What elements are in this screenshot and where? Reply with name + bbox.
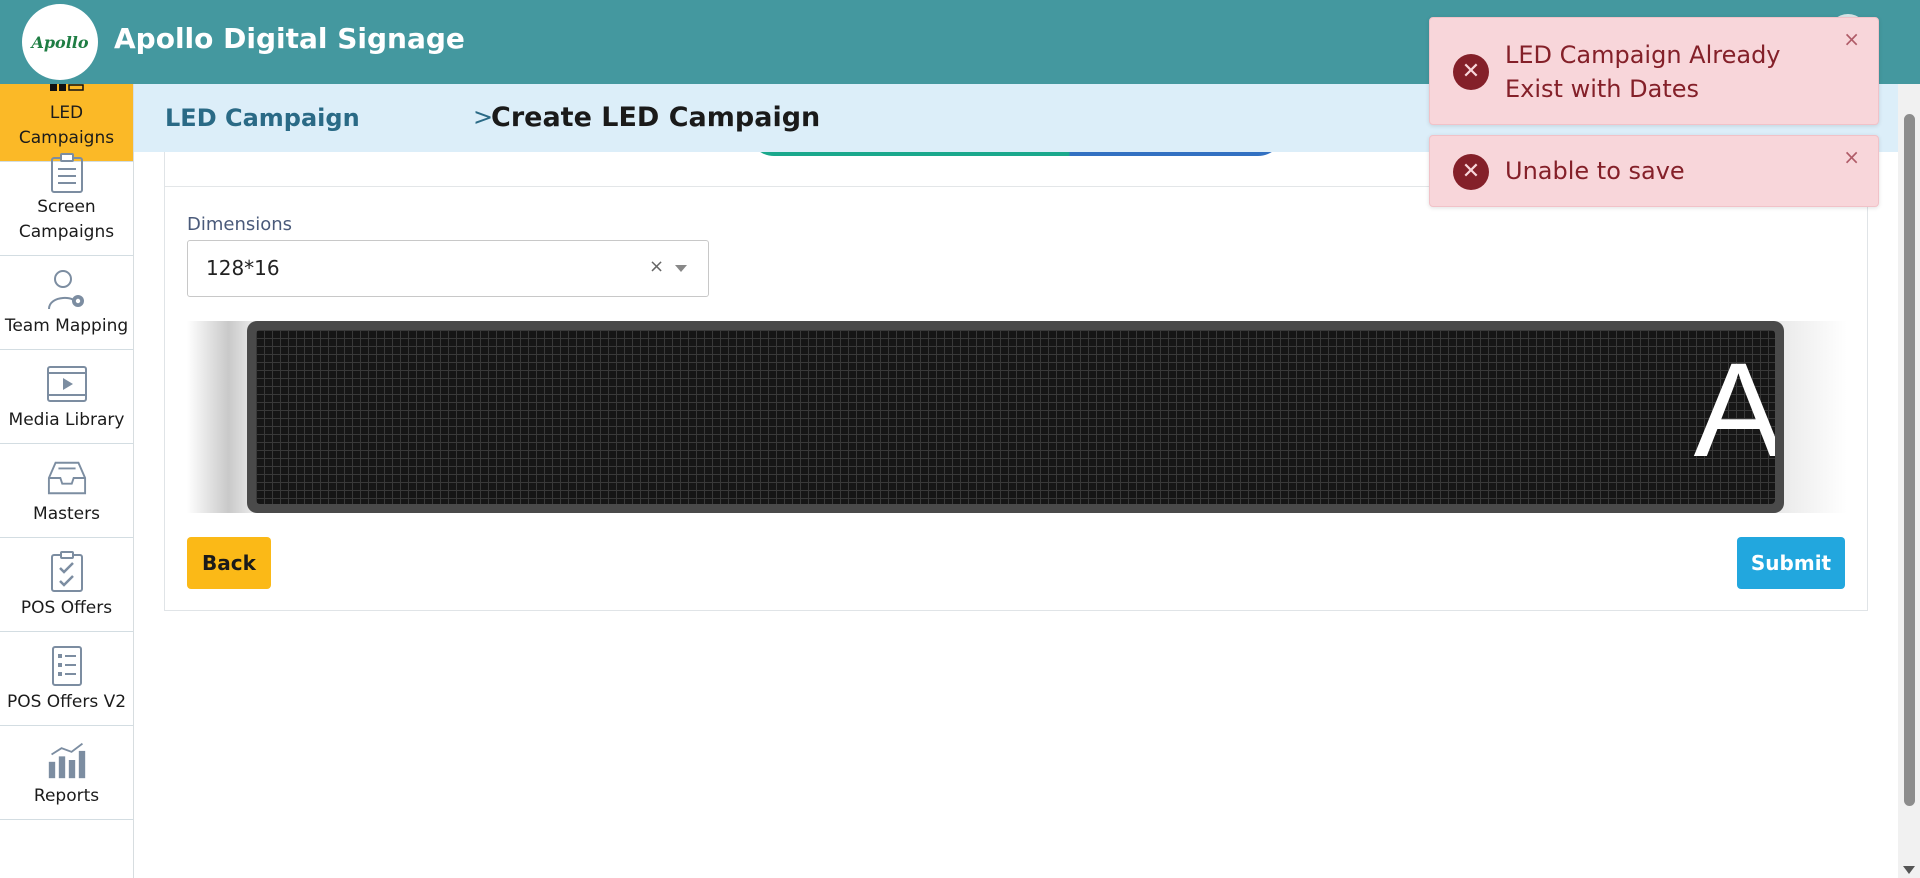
sidebar: LED Campaigns Screen Campaigns Team Mapp… bbox=[0, 84, 134, 878]
led-dot-matrix: A bbox=[256, 330, 1775, 504]
sidebar-item-led-campaigns[interactable]: LED Campaigns bbox=[0, 84, 133, 162]
led-panel: A bbox=[247, 321, 1784, 513]
sidebar-item-reports[interactable]: Reports bbox=[0, 726, 133, 820]
sidebar-item-label: Media Library bbox=[8, 410, 125, 430]
sidebar-item-label: Screen Campaigns bbox=[18, 197, 115, 242]
led-scroll-text: A bbox=[1693, 336, 1775, 485]
dimensions-select[interactable]: 128*16 × bbox=[187, 240, 709, 297]
error-x-icon: ✕ bbox=[1453, 154, 1489, 190]
sidebar-item-pos-offers-v2[interactable]: POS Offers V2 bbox=[0, 632, 133, 726]
back-button[interactable]: Back bbox=[187, 537, 271, 589]
video-icon bbox=[46, 362, 87, 406]
clipboard-list-icon bbox=[47, 153, 87, 193]
sidebar-item-label: Masters bbox=[33, 504, 100, 524]
sidebar-item-label: Team Mapping bbox=[4, 316, 129, 336]
toast-message: LED Campaign Already Exist with Dates bbox=[1505, 41, 1781, 103]
sidebar-item-screen-campaigns[interactable]: Screen Campaigns bbox=[0, 153, 133, 256]
logo-text: Apollo bbox=[31, 32, 89, 52]
sidebar-item-label: LED Campaigns bbox=[18, 103, 115, 148]
sidebar-item-label: POS Offers V2 bbox=[6, 692, 127, 712]
bar-chart-icon bbox=[47, 738, 87, 782]
dimensions-label: Dimensions bbox=[187, 214, 293, 235]
sidebar-item-label: POS Offers bbox=[20, 598, 113, 618]
error-toast: ✕ LED Campaign Already Exist with Dates … bbox=[1429, 17, 1879, 125]
error-x-icon: ✕ bbox=[1453, 54, 1489, 90]
breadcrumb-led-campaign[interactable]: LED Campaign bbox=[165, 104, 360, 132]
user-gear-icon bbox=[47, 268, 87, 312]
chevron-down-icon[interactable] bbox=[675, 265, 687, 272]
clear-icon[interactable]: × bbox=[649, 257, 664, 277]
error-toast: ✕ Unable to save × bbox=[1429, 135, 1879, 207]
app-title: Apollo Digital Signage bbox=[114, 22, 465, 55]
sidebar-item-media-library[interactable]: Media Library bbox=[0, 350, 133, 444]
sidebar-item-label: Reports bbox=[33, 786, 100, 806]
toast-message: Unable to save bbox=[1505, 157, 1685, 185]
apollo-logo[interactable]: Apollo bbox=[22, 4, 98, 80]
scrollbar-thumb[interactable] bbox=[1904, 114, 1915, 806]
scroll-down-icon[interactable] bbox=[1903, 866, 1915, 874]
sidebar-item-team-mapping[interactable]: Team Mapping bbox=[0, 256, 133, 350]
sidebar-item-pos-offers[interactable]: POS Offers bbox=[0, 538, 133, 632]
close-icon[interactable]: × bbox=[1843, 146, 1860, 168]
submit-button[interactable]: Submit bbox=[1737, 537, 1845, 589]
list-doc-icon bbox=[47, 644, 87, 688]
sidebar-item-masters[interactable]: Masters bbox=[0, 444, 133, 538]
checklist-icon bbox=[47, 550, 87, 594]
inbox-icon bbox=[47, 456, 87, 500]
dimensions-value: 128*16 bbox=[206, 256, 280, 280]
page-title: Create LED Campaign bbox=[491, 102, 821, 133]
close-icon[interactable]: × bbox=[1843, 28, 1860, 50]
led-grid-icon bbox=[47, 84, 87, 99]
led-preview: A bbox=[187, 321, 1847, 513]
page-scrollbar[interactable] bbox=[1898, 84, 1920, 878]
